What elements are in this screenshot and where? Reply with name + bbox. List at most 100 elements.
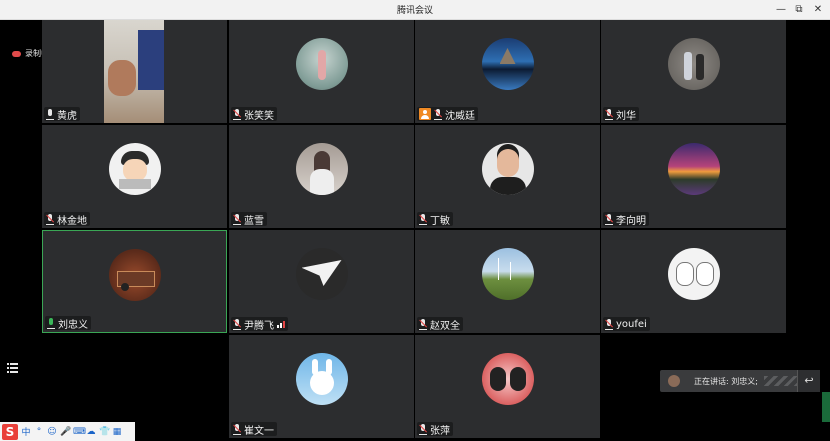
reply-arrow-icon[interactable]: ↩	[797, 370, 820, 392]
video-tile-shenweiting[interactable]: 沈威廷	[415, 20, 600, 123]
participant-namebar: 蓝雪	[231, 212, 267, 227]
participant-name: 林金地	[57, 215, 87, 227]
avatar-bunny-ear-left	[311, 359, 318, 375]
participant-namebar: 张萍	[417, 422, 453, 437]
participant-name: 尹腾飞	[244, 320, 274, 332]
mic-muted-icon	[232, 214, 242, 225]
mic-muted-icon	[418, 424, 428, 435]
list-menu-icon[interactable]	[7, 363, 18, 373]
video-tile-linjindi[interactable]: 林金地	[42, 125, 227, 228]
video-tile-zhaoshuangquan[interactable]: 赵双全	[415, 230, 600, 333]
chinese-mode-toggle[interactable]: 中	[21, 425, 31, 438]
avatar-portrait-head	[496, 149, 519, 177]
participant-name: youfei	[616, 318, 647, 330]
avatar-paper-plane	[301, 260, 342, 286]
punctuation-icon[interactable]: °	[34, 427, 44, 437]
toolbox-icon[interactable]: ▦	[112, 427, 122, 437]
participant-namebar: 崔文一	[231, 422, 277, 437]
avatar	[295, 38, 348, 90]
participant-name: 黄虎	[57, 110, 77, 122]
avatar-car-wheel	[120, 283, 129, 291]
video-tile-yintengfei[interactable]: 尹腾飞	[229, 230, 414, 333]
video-tile-dingmin[interactable]: 丁敏	[415, 125, 600, 228]
participant-namebar: 尹腾飞	[231, 317, 288, 332]
cloud-record-icon	[12, 50, 21, 57]
host-user-icon	[419, 108, 431, 120]
video-tile-zhangping[interactable]: 张萍	[415, 335, 600, 438]
video-tile-zhangxiaoxiao[interactable]: 张笑笑	[229, 20, 414, 123]
emoji-icon[interactable]: ☺	[47, 427, 57, 437]
avatar-portrait-suit	[489, 177, 526, 195]
participant-namebar: 李向明	[603, 212, 649, 227]
avatar-mouse-right	[509, 367, 526, 391]
cloud-icon[interactable]: ☁	[86, 427, 96, 437]
avatar	[295, 353, 348, 405]
video-tile-liuzhongyi[interactable]: 刘忠义	[42, 230, 227, 333]
avatar	[667, 248, 720, 300]
mic-muted-icon	[418, 319, 428, 330]
mic-muted-icon	[433, 109, 443, 120]
voice-input-icon[interactable]: 🎤	[60, 427, 71, 437]
video-tile-youfei[interactable]: youfei	[601, 230, 786, 333]
participant-namebar: 黄虎	[44, 107, 80, 122]
participant-namebar: youfei	[603, 317, 650, 331]
close-button[interactable]: ✕	[810, 2, 826, 18]
sogou-logo-icon[interactable]: S	[2, 423, 18, 440]
mic-muted-icon	[232, 319, 242, 330]
participant-name: 刘忠义	[58, 319, 88, 331]
participant-name: 赵双全	[430, 320, 460, 332]
participant-name: 张萍	[430, 425, 450, 437]
avatar-rabbit-2	[695, 262, 714, 286]
mic-muted-icon	[604, 319, 614, 330]
mic-muted-icon	[232, 109, 242, 120]
clothing-shape	[138, 30, 164, 90]
participant-name: 沈威廷	[445, 110, 475, 122]
mic-muted-icon	[604, 214, 614, 225]
speaking-label: 正在讲话: 刘忠义;	[694, 376, 758, 386]
participant-namebar: 刘华	[603, 107, 639, 122]
avatar-landmark	[499, 48, 516, 64]
video-feed	[104, 20, 164, 123]
minimize-button[interactable]: —	[773, 2, 789, 18]
avatar	[295, 248, 348, 300]
keyboard-icon[interactable]: ⌨	[73, 427, 86, 437]
participant-name: 蓝雪	[244, 215, 264, 227]
avatar	[667, 38, 720, 90]
side-panel-edge[interactable]	[822, 392, 830, 422]
meeting-stage: 录制中 黄虎 张笑笑 沈威廷 刘华 林金地 蓝雪 丁敏 李向明 刘忠义 尹腾飞 …	[0, 20, 830, 441]
avatar-rabbit-1	[675, 262, 694, 286]
participant-name: 丁敏	[430, 215, 450, 227]
network-signal-icon	[277, 320, 285, 328]
participant-namebar: 林金地	[44, 212, 90, 227]
person-figure	[108, 60, 136, 96]
mic-on-icon	[46, 109, 54, 120]
avatar-windmill-2	[509, 262, 511, 280]
avatar	[481, 353, 534, 405]
avatar	[481, 143, 534, 195]
skin-icon[interactable]: 👕	[99, 427, 110, 437]
maximize-button[interactable]: ⧉	[791, 2, 807, 18]
participant-name: 崔文一	[244, 425, 274, 437]
participant-name: 刘华	[616, 110, 636, 122]
mic-muted-icon	[45, 214, 55, 225]
avatar-figure-dress	[309, 169, 334, 195]
avatar-cartoon-laptop	[118, 179, 151, 189]
avatar	[667, 143, 720, 195]
video-tile-lixiangming[interactable]: 李向明	[601, 125, 786, 228]
avatar-windmill-1	[497, 258, 499, 280]
video-tile-cuiwenyi[interactable]: 崔文一	[229, 335, 414, 438]
window-title: 腾讯会议	[396, 6, 433, 16]
avatar	[481, 248, 534, 300]
avatar	[481, 38, 534, 90]
avatar	[108, 249, 161, 301]
participant-name: 张笑笑	[244, 110, 274, 122]
participant-namebar: 沈威廷	[417, 107, 478, 122]
video-tile-liuhua[interactable]: 刘华	[601, 20, 786, 123]
video-tile-huanghu[interactable]: 黄虎	[42, 20, 227, 123]
mic-muted-icon	[232, 424, 242, 435]
mic-speaking-icon	[47, 318, 55, 329]
video-tile-lanxue[interactable]: 蓝雪	[229, 125, 414, 228]
avatar-mouse-left	[489, 367, 506, 391]
participant-namebar: 张笑笑	[231, 107, 277, 122]
participant-namebar: 赵双全	[417, 317, 463, 332]
